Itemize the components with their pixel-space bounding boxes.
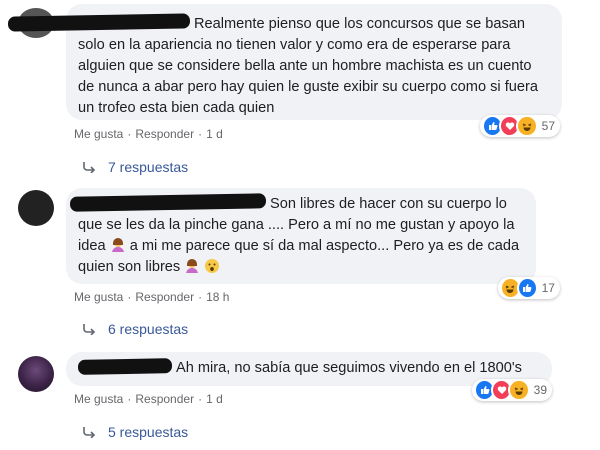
person-emoji-icon bbox=[184, 258, 200, 274]
like-action[interactable]: Me gusta bbox=[74, 392, 123, 406]
reaction-count: 57 bbox=[541, 119, 556, 133]
timestamp[interactable]: 18 h bbox=[206, 290, 229, 304]
reply-action[interactable]: Responder bbox=[135, 290, 194, 304]
reaction-count: 39 bbox=[533, 383, 548, 397]
reply-action[interactable]: Responder bbox=[135, 392, 194, 406]
view-replies-link[interactable]: 6 respuestas bbox=[82, 321, 188, 337]
haha-icon bbox=[516, 115, 538, 137]
replies-count-label: 7 respuestas bbox=[108, 159, 189, 175]
person-emoji-icon bbox=[110, 237, 126, 253]
comment-text: Ah mira, no sabía que seguimos vivendo e… bbox=[176, 360, 522, 376]
redacted-author-name[interactable] bbox=[69, 193, 267, 212]
comment-bubble: Son libres de hacer con su cuerpo lo que… bbox=[66, 188, 536, 284]
haha-icon bbox=[508, 379, 530, 401]
avatar[interactable] bbox=[18, 356, 54, 392]
timestamp[interactable]: 1 d bbox=[206, 392, 223, 406]
comment-bubble: Realmente pienso que los concursos que s… bbox=[7, 4, 562, 120]
like-icon bbox=[516, 277, 538, 299]
comment-actions: Me gusta · Responder · 1 d bbox=[74, 392, 223, 406]
reaction-count: 17 bbox=[541, 281, 555, 295]
replies-count-label: 5 respuestas bbox=[108, 424, 189, 440]
comment-actions: Me gusta · Responder · 18 h bbox=[74, 290, 230, 304]
reply-arrow-icon bbox=[83, 324, 96, 335]
redacted-author-name[interactable] bbox=[77, 358, 173, 375]
comment-text-part-2: a mi me parece que sí da mal aspecto... … bbox=[78, 238, 524, 275]
reactions-summary[interactable]: 39 bbox=[472, 379, 552, 401]
comment-text: Realmente pienso que los concursos que s… bbox=[78, 16, 543, 116]
reply-arrow-icon bbox=[83, 162, 96, 173]
comment-actions: Me gusta · Responder · 1 d bbox=[74, 127, 223, 141]
astonished-emoji-icon bbox=[204, 258, 220, 274]
reply-arrow-icon bbox=[83, 427, 96, 438]
like-action[interactable]: Me gusta bbox=[74, 290, 123, 304]
like-action[interactable]: Me gusta bbox=[74, 127, 123, 141]
redacted-author-name[interactable] bbox=[7, 13, 191, 32]
avatar[interactable] bbox=[18, 190, 54, 226]
reactions-summary[interactable]: 17 bbox=[498, 277, 560, 299]
replies-count-label: 6 respuestas bbox=[108, 321, 189, 337]
reactions-summary[interactable]: 57 bbox=[480, 115, 560, 137]
view-replies-link[interactable]: 7 respuestas bbox=[82, 159, 188, 175]
view-replies-link[interactable]: 5 respuestas bbox=[82, 424, 188, 440]
timestamp[interactable]: 1 d bbox=[206, 127, 223, 141]
reply-action[interactable]: Responder bbox=[135, 127, 194, 141]
